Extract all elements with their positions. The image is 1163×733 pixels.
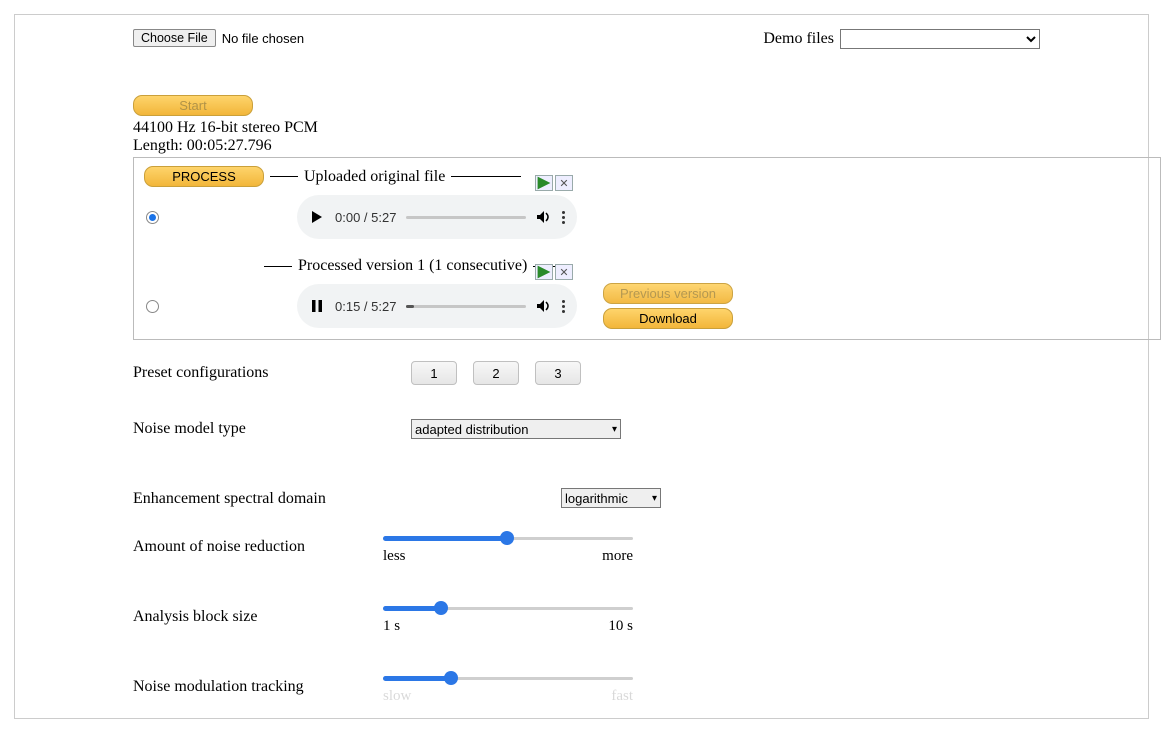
pause-icon[interactable]: [309, 298, 325, 314]
slider-max-label: 10 s: [608, 618, 633, 635]
volume-icon[interactable]: [536, 209, 552, 225]
audio-player-original[interactable]: ✕ 0:00 / 5:27: [297, 195, 577, 239]
process-button[interactable]: PROCESS: [144, 166, 264, 187]
amount-noise-reduction-slider[interactable]: [383, 530, 633, 546]
volume-icon[interactable]: [536, 298, 552, 314]
player-time-processed: 0:15 / 5:27: [335, 299, 396, 314]
radio-processed[interactable]: [146, 300, 159, 313]
legend-processed-label: Processed version 1 (1 consecutive): [298, 257, 527, 275]
divider: [270, 176, 298, 177]
preset-3-button[interactable]: 3: [535, 361, 581, 385]
slider-min-label: slow: [383, 688, 411, 705]
divider: [451, 176, 521, 177]
slider-max-label: more: [602, 548, 633, 565]
overlay-close-icon[interactable]: ✕: [555, 175, 573, 191]
slider-max-label: fast: [611, 688, 633, 705]
demo-files-label: Demo files: [763, 30, 834, 48]
previous-version-button[interactable]: Previous version: [603, 283, 733, 304]
file-chooser: Choose File No file chosen: [133, 29, 304, 47]
audio-player-processed[interactable]: ✕ 0:15 / 5:27: [297, 284, 577, 328]
legend-original-label: Uploaded original file: [304, 168, 445, 186]
download-button[interactable]: Download: [603, 308, 733, 329]
noise-model-type-value: adapted distribution: [415, 422, 528, 437]
choose-file-button[interactable]: Choose File: [133, 29, 216, 47]
slider-min-label: 1 s: [383, 618, 400, 635]
divider: [264, 266, 292, 267]
radio-original[interactable]: [146, 211, 159, 224]
enhancement-domain-value: logarithmic: [565, 491, 628, 506]
noise-model-type-select[interactable]: adapted distribution ▾: [411, 419, 621, 439]
chevron-down-icon: ▾: [612, 424, 617, 435]
noise-model-type-label: Noise model type: [133, 420, 383, 438]
seek-track-processed[interactable]: [406, 305, 526, 308]
start-button[interactable]: Start: [133, 95, 253, 116]
audio-section: PROCESS Uploaded original file ✕ 0:00 / …: [133, 157, 1161, 340]
play-icon[interactable]: [309, 209, 325, 225]
noise-modulation-tracking-label: Noise modulation tracking: [133, 678, 383, 696]
demo-files-select[interactable]: [840, 29, 1040, 49]
preset-1-button[interactable]: 1: [411, 361, 457, 385]
analysis-block-size-label: Analysis block size: [133, 608, 383, 626]
player-time-original: 0:00 / 5:27: [335, 210, 396, 225]
amount-noise-reduction-label: Amount of noise reduction: [133, 538, 383, 556]
seek-track-original[interactable]: [406, 216, 526, 219]
chevron-down-icon: ▾: [652, 493, 657, 504]
enhancement-spectral-domain-label: Enhancement spectral domain: [133, 490, 383, 508]
preset-2-button[interactable]: 2: [473, 361, 519, 385]
noise-modulation-tracking-slider[interactable]: [383, 670, 633, 686]
preset-configurations-label: Preset configurations: [133, 364, 383, 382]
overlay-play-icon[interactable]: [535, 264, 553, 280]
overlay-play-icon[interactable]: [535, 175, 553, 191]
analysis-block-size-slider[interactable]: [383, 600, 633, 616]
overlay-close-icon[interactable]: ✕: [555, 264, 573, 280]
audio-length-line: Length: 00:05:27.796: [133, 137, 1140, 155]
more-menu-icon[interactable]: [562, 211, 565, 224]
enhancement-domain-select[interactable]: logarithmic ▾: [561, 488, 661, 508]
more-menu-icon[interactable]: [562, 300, 565, 313]
slider-min-label: less: [383, 548, 406, 565]
demo-files-row: Demo files: [763, 29, 1040, 49]
audio-format-line: 44100 Hz 16-bit stereo PCM: [133, 119, 1140, 137]
no-file-chosen-label: No file chosen: [222, 31, 304, 46]
